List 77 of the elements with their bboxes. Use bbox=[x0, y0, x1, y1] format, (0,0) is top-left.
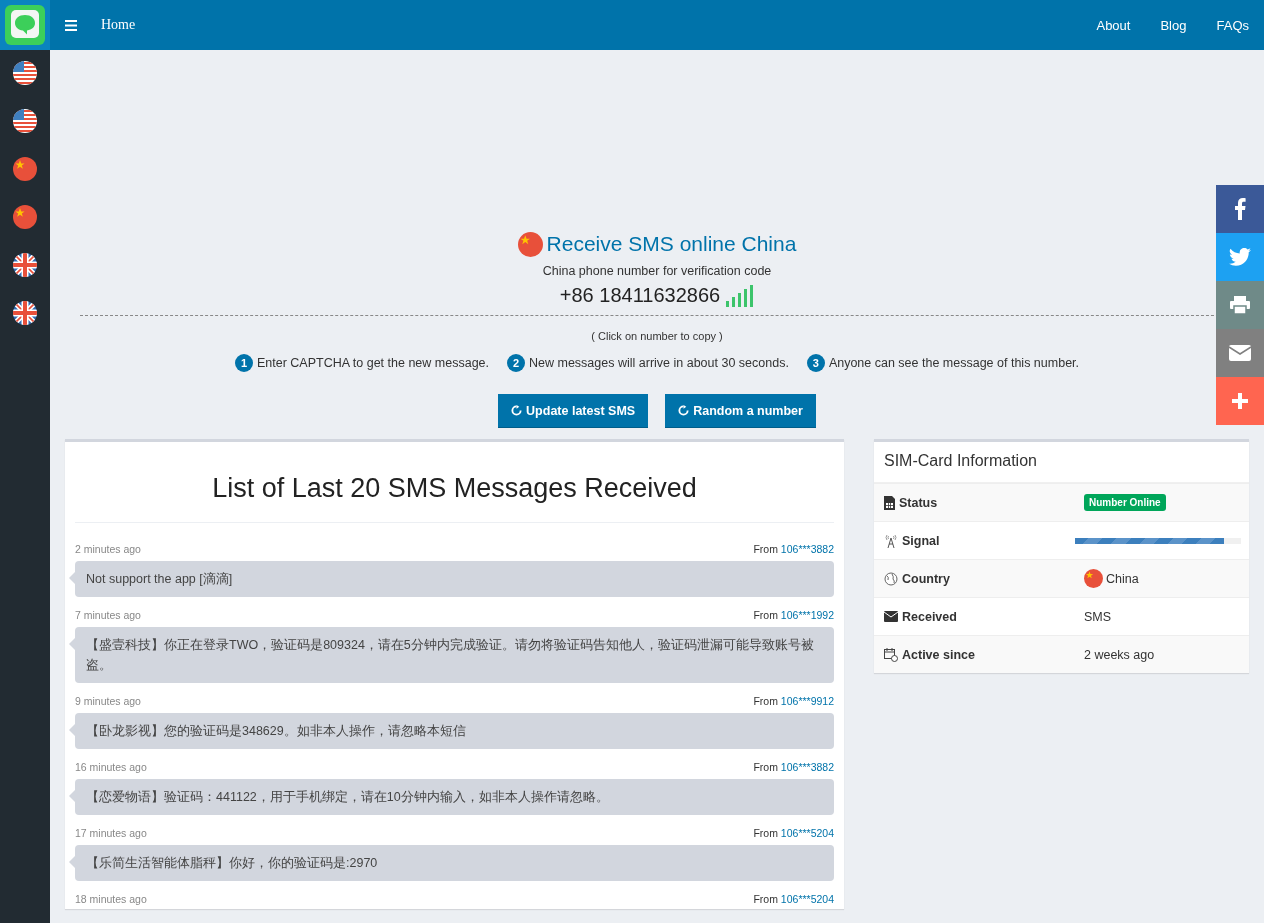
message-time: 7 minutes ago bbox=[75, 609, 141, 621]
home-link[interactable]: Home bbox=[101, 17, 136, 33]
refresh-icon bbox=[678, 405, 690, 416]
sender-link[interactable]: 106***5204 bbox=[780, 827, 834, 839]
uk-flag-icon[interactable] bbox=[13, 253, 37, 277]
app-logo-icon[interactable] bbox=[0, 0, 50, 50]
usa-flag-icon[interactable] bbox=[13, 109, 37, 133]
step-number: 3 bbox=[806, 354, 825, 372]
row-label: Signal bbox=[902, 533, 940, 548]
status-badge: Number Online bbox=[1084, 494, 1166, 511]
globe-icon bbox=[884, 571, 898, 586]
envelope-icon bbox=[1229, 345, 1251, 361]
message-time: 9 minutes ago bbox=[75, 695, 141, 707]
messages-title: List of Last 20 SMS Messages Received bbox=[75, 442, 834, 523]
printer-icon bbox=[1230, 296, 1250, 314]
row-label: Status bbox=[899, 495, 938, 510]
sender-link[interactable]: 106***5204 bbox=[780, 893, 834, 905]
phone-number[interactable]: +86 18411632866 bbox=[559, 284, 721, 307]
uk-flag-icon[interactable] bbox=[13, 301, 37, 325]
row-label: Active since bbox=[902, 647, 975, 662]
message-bubble: 【恋爱物语】验证码：441122，用于手机绑定，请在10分钟内输入，如非本人操作请忽略。 bbox=[75, 779, 834, 815]
step-number: 1 bbox=[234, 354, 253, 372]
step-number: 2 bbox=[507, 354, 525, 372]
china-flag-icon[interactable] bbox=[13, 205, 37, 229]
signal-bars-icon bbox=[726, 284, 755, 307]
refresh-icon bbox=[511, 405, 523, 416]
china-flag-icon[interactable] bbox=[13, 157, 37, 181]
nav-link[interactable]: Blog bbox=[1160, 17, 1187, 33]
row-label: Country bbox=[902, 571, 950, 586]
row-label: Received bbox=[902, 609, 957, 624]
nav-link[interactable]: About bbox=[1096, 17, 1131, 33]
print-button[interactable] bbox=[1216, 281, 1264, 329]
from-label: From bbox=[753, 543, 778, 555]
usa-flag-icon[interactable] bbox=[13, 61, 37, 85]
sender-link[interactable]: 106***9912 bbox=[780, 695, 834, 707]
antenna-icon bbox=[884, 533, 898, 548]
message-bubble: 【乐简生活智能体脂秤】你好，你的验证码是:2970 bbox=[75, 845, 834, 881]
message-bubble: Not support the app [滴滴] bbox=[75, 561, 834, 597]
sender-link[interactable]: 106***3882 bbox=[780, 543, 834, 555]
twitter-bird-icon bbox=[1229, 248, 1251, 266]
sim-card-icon bbox=[884, 495, 895, 510]
plus-icon bbox=[1232, 393, 1248, 409]
message-time: 16 minutes ago bbox=[75, 761, 147, 773]
step-text: Anyone can see the message of this number. bbox=[828, 356, 1080, 370]
message-bubble: 【盛壹科技】你正在登录TWO，验证码是809324，请在5分钟内完成验证。请勿将验证码告知他人，验证码泄漏可能导致账号被盗。 bbox=[75, 627, 834, 683]
from-label: From bbox=[753, 695, 778, 707]
active-value: 2 weeks ago bbox=[1084, 647, 1155, 662]
twitter-button[interactable] bbox=[1216, 233, 1264, 281]
envelope-icon bbox=[884, 611, 898, 622]
china-flag-icon bbox=[517, 231, 543, 257]
from-label: From bbox=[753, 609, 778, 621]
country-value: China bbox=[1106, 571, 1139, 586]
menu-icon[interactable] bbox=[65, 19, 77, 31]
received-value: SMS bbox=[1084, 609, 1112, 624]
sender-link[interactable]: 106***1992 bbox=[780, 609, 834, 621]
from-label: From bbox=[753, 827, 778, 839]
message-time: 18 minutes ago bbox=[75, 893, 147, 905]
from-label: From bbox=[753, 893, 778, 905]
page-title: Receive SMS online China bbox=[546, 232, 797, 256]
random-button[interactable]: Random a number bbox=[665, 394, 816, 428]
email-button[interactable] bbox=[1216, 329, 1264, 377]
update-button[interactable]: Update latest SMS bbox=[498, 394, 649, 428]
china-flag-icon bbox=[1084, 569, 1103, 588]
from-label: From bbox=[753, 761, 778, 773]
facebook-icon bbox=[1234, 198, 1246, 220]
copy-hint: ( Click on number to copy ) bbox=[590, 330, 724, 342]
sender-link[interactable]: 106***3882 bbox=[780, 761, 834, 773]
subtitle: China phone number for verification code bbox=[542, 264, 772, 278]
nav-link[interactable]: FAQs bbox=[1216, 17, 1249, 33]
step-text: Enter CAPTCHA to get the new message. bbox=[256, 356, 489, 370]
more-button[interactable] bbox=[1216, 377, 1264, 425]
step-text: New messages will arrive in about 30 seconds. bbox=[529, 356, 789, 370]
message-time: 2 minutes ago bbox=[75, 543, 141, 555]
message-bubble: 【卧龙影视】您的验证码是348629。如非本人操作，请忽略本短信 bbox=[75, 713, 834, 749]
message-time: 17 minutes ago bbox=[75, 827, 147, 839]
calendar-clock-icon bbox=[884, 647, 898, 662]
facebook-button[interactable] bbox=[1216, 185, 1264, 233]
